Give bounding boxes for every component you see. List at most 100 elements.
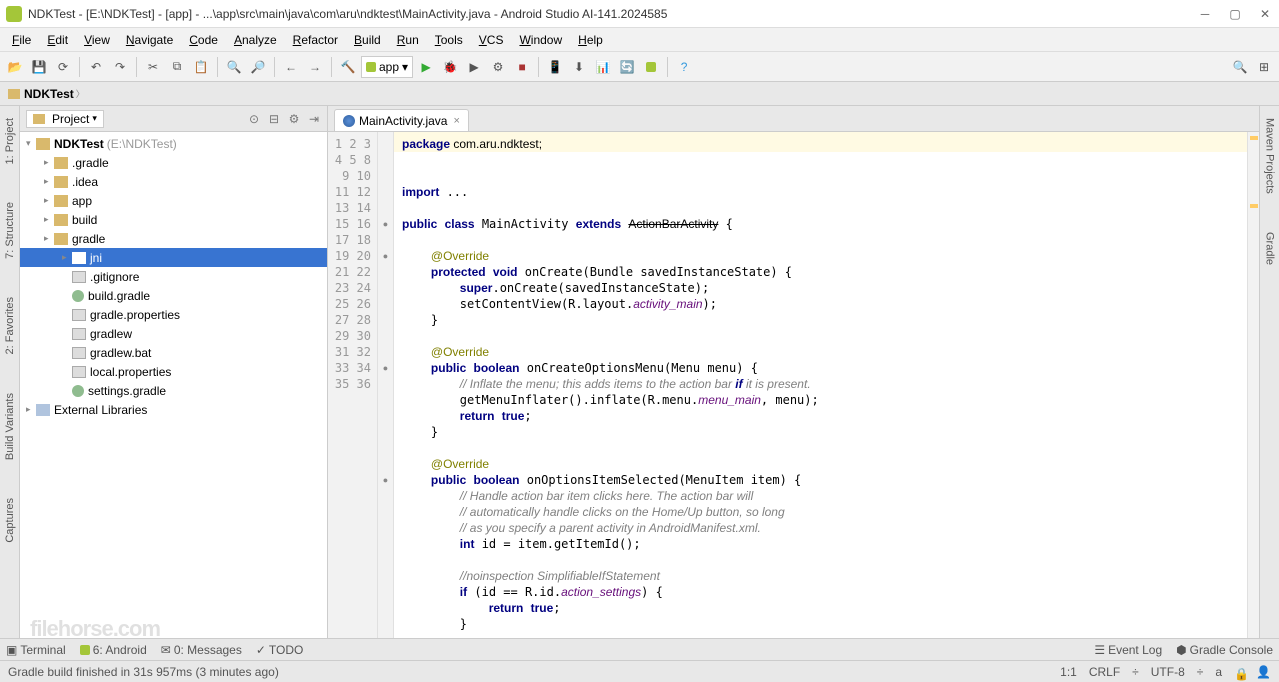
paste-icon[interactable]: 📋	[190, 56, 212, 78]
tab-mainactivity[interactable]: MainActivity.java ×	[334, 109, 469, 131]
project-tree[interactable]: ▾NDKTest(E:\NDKTest)▸.gradle▸.idea▸app▸b…	[20, 132, 327, 638]
menu-tools[interactable]: Tools	[427, 31, 471, 49]
context-indicator[interactable]: a	[1215, 665, 1222, 679]
expand-arrow-icon[interactable]: ▾	[26, 138, 36, 149]
warning-marker[interactable]	[1250, 136, 1258, 140]
tree-item-app[interactable]: ▸app	[20, 191, 327, 210]
expand-arrow-icon[interactable]: ▸	[44, 214, 54, 225]
open-icon[interactable]: 📂	[4, 56, 26, 78]
minimize-button[interactable]: ─	[1197, 6, 1213, 22]
expand-arrow-icon[interactable]: ▸	[44, 233, 54, 244]
tree-item-External Libraries[interactable]: ▸External Libraries	[20, 400, 327, 419]
code-text[interactable]: package com.aru.ndktest; import ... publ…	[394, 132, 1247, 638]
menu-build[interactable]: Build	[346, 31, 389, 49]
hide-icon[interactable]: ⇥	[307, 112, 321, 126]
tool-2--favorites[interactable]: 2: Favorites	[4, 293, 16, 358]
sdk-manager-icon[interactable]: ⬇	[568, 56, 590, 78]
messages-tab[interactable]: ✉0: Messages	[161, 643, 242, 657]
ddms-icon[interactable]: 📊	[592, 56, 614, 78]
tree-item-gradle-properties[interactable]: gradle.properties	[20, 305, 327, 324]
file-encoding[interactable]: UTF-8	[1151, 665, 1185, 679]
expand-arrow-icon[interactable]: ▸	[26, 404, 36, 415]
tree-item-build-gradle[interactable]: build.gradle	[20, 286, 327, 305]
redo-icon[interactable]: ↷	[109, 56, 131, 78]
menu-file[interactable]: File	[4, 31, 39, 49]
lock-icon[interactable]: 🔒	[1234, 667, 1244, 677]
tree-item--gradle[interactable]: ▸.gradle	[20, 153, 327, 172]
project-view-selector[interactable]: Project ▾	[26, 110, 104, 128]
run-coverage-icon[interactable]: ▶	[463, 56, 485, 78]
stop-icon[interactable]: ■	[511, 56, 533, 78]
tree-item-gradlew-bat[interactable]: gradlew.bat	[20, 343, 327, 362]
undo-icon[interactable]: ↶	[85, 56, 107, 78]
back-icon[interactable]: ←	[280, 56, 302, 78]
error-stripe[interactable]	[1247, 132, 1259, 638]
tree-item-local-properties[interactable]: local.properties	[20, 362, 327, 381]
menu-view[interactable]: View	[76, 31, 118, 49]
tool-1--project[interactable]: 1: Project	[4, 114, 16, 168]
tool-gradle[interactable]: Gradle	[1264, 228, 1276, 269]
make-icon[interactable]: 🔨	[337, 56, 359, 78]
todo-tab[interactable]: ✓TODO	[256, 643, 304, 657]
gutter-marks[interactable]: ●●●●	[378, 132, 394, 638]
cut-icon[interactable]: ✂	[142, 56, 164, 78]
android-device-icon[interactable]	[640, 56, 662, 78]
tool-maven-projects[interactable]: Maven Projects	[1264, 114, 1276, 198]
terminal-tab[interactable]: ▣Terminal	[6, 643, 66, 657]
debug-icon[interactable]: 🐞	[439, 56, 461, 78]
find-icon[interactable]: 🔍	[223, 56, 245, 78]
android-tab[interactable]: 6: Android	[80, 643, 147, 657]
menu-run[interactable]: Run	[389, 31, 427, 49]
menu-analyze[interactable]: Analyze	[226, 31, 285, 49]
replace-icon[interactable]: 🔎	[247, 56, 269, 78]
line-separator[interactable]: CRLF	[1089, 665, 1120, 679]
tree-item-gradle[interactable]: ▸gradle	[20, 229, 327, 248]
line-gutter[interactable]: 1 2 3 4 5 8 9 10 11 12 13 14 15 16 17 18…	[328, 132, 378, 638]
menu-window[interactable]: Window	[511, 31, 570, 49]
tree-item-NDKTest[interactable]: ▾NDKTest(E:\NDKTest)	[20, 134, 327, 153]
save-icon[interactable]: 💾	[28, 56, 50, 78]
close-button[interactable]: ✕	[1257, 6, 1273, 22]
warning-marker[interactable]	[1250, 204, 1258, 208]
collapse-all-icon[interactable]: ⊟	[267, 112, 281, 126]
refresh-icon[interactable]: ⟳	[52, 56, 74, 78]
tool-captures[interactable]: Captures	[4, 494, 16, 547]
attach-debugger-icon[interactable]: ⚙	[487, 56, 509, 78]
close-tab-icon[interactable]: ×	[453, 115, 459, 127]
gradle-console-tab[interactable]: ⬢Gradle Console	[1176, 643, 1273, 657]
menu-refactor[interactable]: Refactor	[285, 31, 346, 49]
eventlog-tab[interactable]: ☰Event Log	[1094, 643, 1162, 657]
maximize-button[interactable]: ▢	[1227, 6, 1243, 22]
tree-item-settings-gradle[interactable]: settings.gradle	[20, 381, 327, 400]
settings-gear-icon[interactable]: ⚙	[287, 112, 301, 126]
cursor-position[interactable]: 1:1	[1060, 665, 1077, 679]
code-editor[interactable]: 1 2 3 4 5 8 9 10 11 12 13 14 15 16 17 18…	[328, 132, 1259, 638]
run-icon[interactable]: ▶	[415, 56, 437, 78]
copy-icon[interactable]: ⧉	[166, 56, 188, 78]
menu-help[interactable]: Help	[570, 31, 611, 49]
tree-item-jni[interactable]: ▸jni	[20, 248, 327, 267]
settings-icon[interactable]: ⊞	[1253, 56, 1275, 78]
hector-icon[interactable]: 👤	[1256, 665, 1271, 679]
sync-gradle-icon[interactable]: 🔄	[616, 56, 638, 78]
search-everywhere-icon[interactable]: 🔍	[1229, 56, 1251, 78]
avd-manager-icon[interactable]: 📱	[544, 56, 566, 78]
menu-navigate[interactable]: Navigate	[118, 31, 181, 49]
menu-code[interactable]: Code	[181, 31, 226, 49]
tool-7--structure[interactable]: 7: Structure	[4, 198, 16, 263]
forward-icon[interactable]: →	[304, 56, 326, 78]
expand-arrow-icon[interactable]: ▸	[44, 176, 54, 187]
tree-item--idea[interactable]: ▸.idea	[20, 172, 327, 191]
expand-arrow-icon[interactable]: ▸	[62, 252, 72, 263]
expand-arrow-icon[interactable]: ▸	[44, 195, 54, 206]
menu-edit[interactable]: Edit	[39, 31, 76, 49]
menu-vcs[interactable]: VCS	[471, 31, 512, 49]
tool-build-variants[interactable]: Build Variants	[4, 389, 16, 464]
expand-arrow-icon[interactable]: ▸	[44, 157, 54, 168]
scroll-from-source-icon[interactable]: ⊙	[247, 112, 261, 126]
run-config-selector[interactable]: app ▾	[361, 56, 413, 78]
help-icon[interactable]: ?	[673, 56, 695, 78]
tree-item--gitignore[interactable]: .gitignore	[20, 267, 327, 286]
tree-item-build[interactable]: ▸build	[20, 210, 327, 229]
tree-item-gradlew[interactable]: gradlew	[20, 324, 327, 343]
